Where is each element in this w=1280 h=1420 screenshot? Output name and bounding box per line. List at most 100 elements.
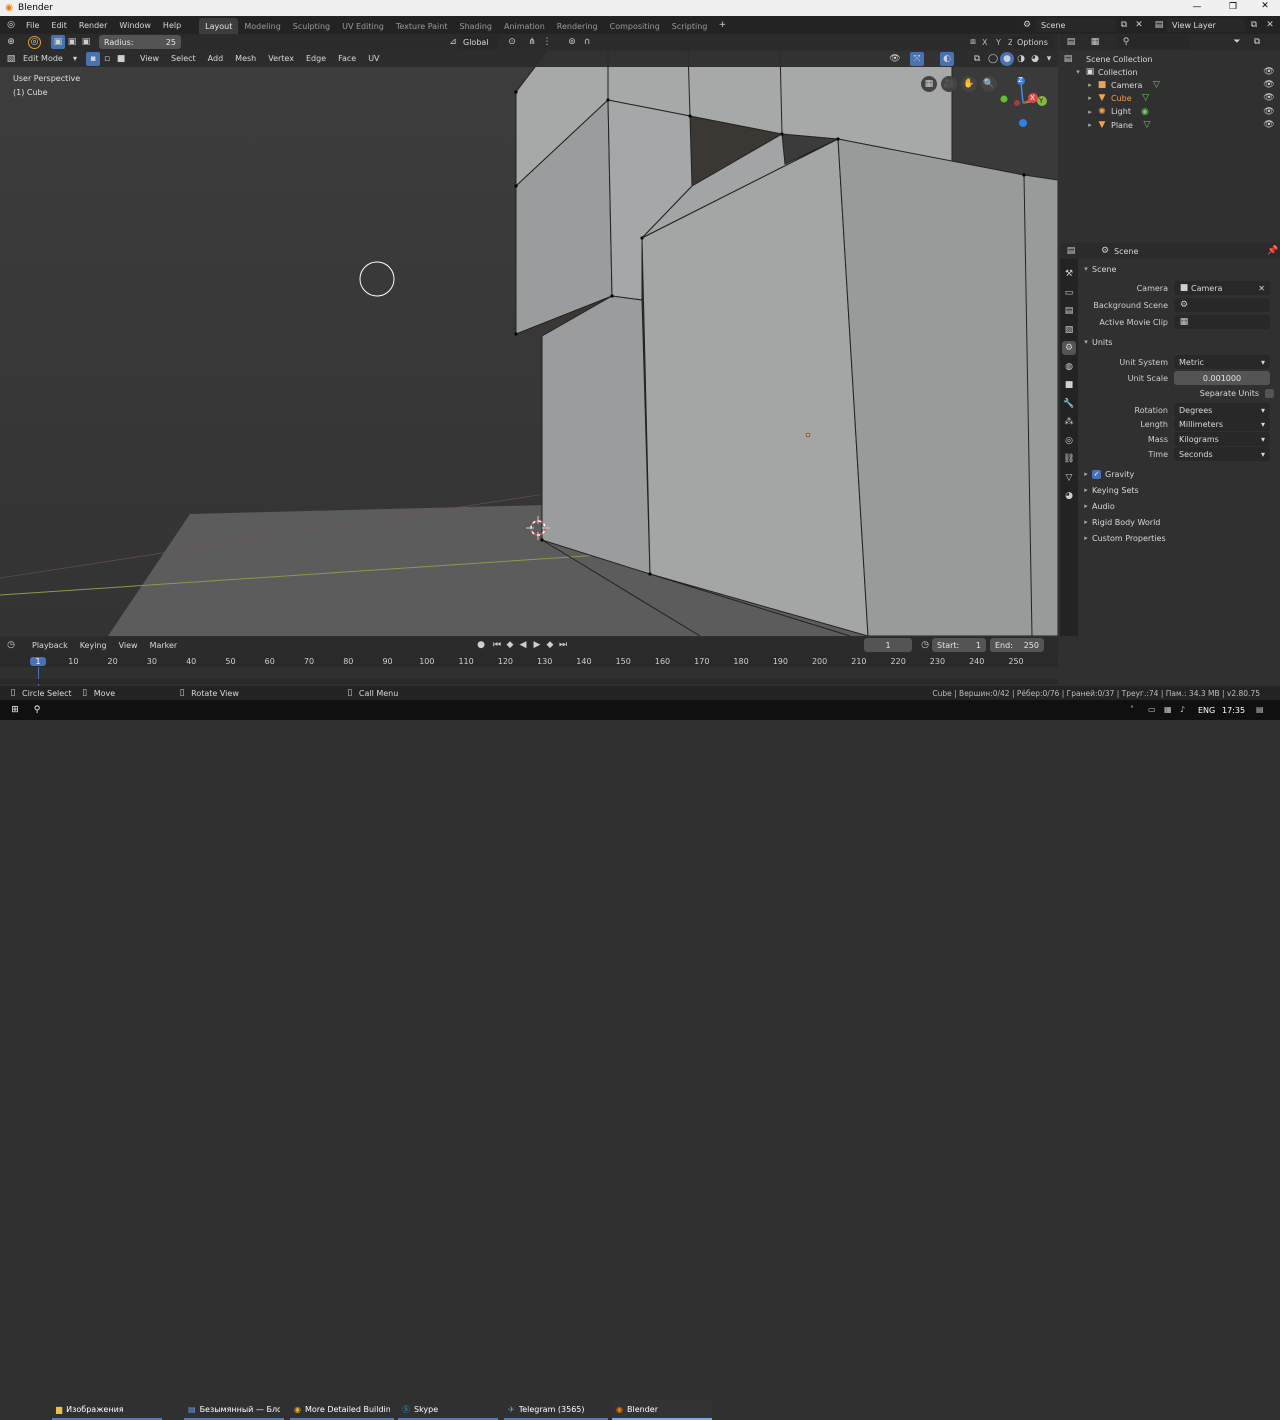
view-layer-tab-icon[interactable]: ▧ xyxy=(1062,323,1076,337)
view-layer-selector[interactable]: View Layer xyxy=(1167,18,1245,32)
tab-animation[interactable]: Animation xyxy=(498,18,551,34)
current-frame-field[interactable]: 1 xyxy=(864,638,912,652)
viewport-menu-select[interactable]: Select xyxy=(165,51,202,67)
face-select-icon[interactable]: ■ xyxy=(114,52,128,66)
shading-material-icon[interactable]: ◑ xyxy=(1014,52,1028,66)
physics-tab-icon[interactable]: ◎ xyxy=(1062,434,1076,448)
shading-rendered-icon[interactable]: ◕ xyxy=(1028,52,1042,66)
separate-units-checkbox[interactable] xyxy=(1265,388,1274,398)
outliner-item-light[interactable]: ▸ ✺ Light ◉ 👁 xyxy=(1062,106,1276,118)
viewport-menu-add[interactable]: Add xyxy=(202,51,230,67)
navigation-gizmo[interactable]: Z X Y xyxy=(995,75,1051,131)
input-language[interactable]: ENG xyxy=(1198,706,1215,715)
shading-solid-icon[interactable]: ● xyxy=(1000,52,1014,66)
toggle-camera-view-icon[interactable]: ▦ xyxy=(921,76,937,92)
new-scene-icon[interactable]: ⧉ xyxy=(1117,18,1131,32)
scene-collection-row[interactable]: ▤ Scene Collection xyxy=(1062,53,1276,65)
tab-compositing[interactable]: Compositing xyxy=(604,18,666,34)
gravity-checkbox[interactable]: ✓ xyxy=(1092,469,1101,479)
zoom-view-icon[interactable]: 🔍 xyxy=(981,76,997,92)
tab-modeling[interactable]: Modeling xyxy=(238,18,286,34)
jump-start-icon[interactable]: ⏮ xyxy=(490,638,504,652)
symmetry-x-toggle[interactable]: X xyxy=(982,38,987,47)
add-workspace-icon[interactable]: + xyxy=(715,18,729,32)
viewport-menu-uv[interactable]: UV xyxy=(362,51,385,67)
delete-view-layer-icon[interactable]: ✕ xyxy=(1263,18,1277,32)
section-rigid-body-world[interactable]: ▸ Rigid Body World xyxy=(1080,515,1276,529)
tab-sculpting[interactable]: Sculpting xyxy=(287,18,336,34)
proportional-falloff-icon[interactable]: ∩ xyxy=(580,35,594,49)
tray-chevron-icon[interactable]: ˄ xyxy=(1130,705,1134,714)
data-icon[interactable]: ◉ xyxy=(1139,105,1151,119)
new-collection-icon[interactable]: ⧉ xyxy=(1250,35,1264,49)
pan-view-icon[interactable]: ✋ xyxy=(961,76,977,92)
outliner-editor-icon[interactable]: ▤ xyxy=(1064,35,1078,49)
data-icon[interactable]: ▽ xyxy=(1140,91,1152,105)
filter-icon[interactable]: ⏷ xyxy=(1230,35,1244,49)
data-icon[interactable]: ▽ xyxy=(1141,118,1153,132)
play-reverse-icon[interactable]: ◀ xyxy=(516,638,530,652)
taskbar-item[interactable]: ◉ Blender xyxy=(612,1400,712,1420)
tray-network-icon[interactable]: ▭ xyxy=(1148,705,1156,714)
3d-viewport[interactable]: ▧ Edit Mode ▾ ▪ ▫ ■ View Select Add Mesh Ver… xyxy=(0,50,1058,636)
outliner-expand-icon[interactable]: ▸ xyxy=(1084,94,1096,102)
taskbar-item[interactable]: ▆ Изображения xyxy=(52,1400,162,1420)
scene-section-header[interactable]: ▾ Scene xyxy=(1080,262,1276,276)
radius-field[interactable]: Radius: 25 xyxy=(99,35,181,49)
section-keying-sets[interactable]: ▸ Keying Sets xyxy=(1080,483,1276,497)
new-view-layer-icon[interactable]: ⧉ xyxy=(1247,18,1261,32)
mode-dropdown[interactable]: Edit Mode ▾ xyxy=(18,52,82,66)
tray-volume-icon[interactable]: ♪ xyxy=(1180,705,1185,714)
viewport-menu-vertex[interactable]: Vertex xyxy=(262,51,300,67)
select-mode-extend-icon[interactable]: ▣ xyxy=(65,35,79,49)
rotation-dropdown[interactable]: Degrees ▾ xyxy=(1174,403,1270,417)
edge-select-icon[interactable]: ▫ xyxy=(100,52,114,66)
gizmo-toggle-icon[interactable]: ⤧ xyxy=(910,52,924,66)
menu-render[interactable]: Render xyxy=(73,17,113,33)
mass-dropdown[interactable]: Kilograms ▾ xyxy=(1174,432,1270,446)
modifier-tab-icon[interactable]: 🔧 xyxy=(1062,397,1076,411)
unit-system-dropdown[interactable]: Metric ▾ xyxy=(1174,355,1270,369)
camera-view-icon[interactable]: 🎥 xyxy=(941,76,957,92)
viewport-menu-view[interactable]: View xyxy=(134,51,165,67)
select-mode-new-icon[interactable]: ▣ xyxy=(51,35,65,49)
object-tab-icon[interactable]: ■ xyxy=(1062,378,1076,392)
outliner-expand-icon[interactable]: ▸ xyxy=(1084,121,1096,129)
scene-selector[interactable]: Scene xyxy=(1036,18,1116,32)
tray-battery-icon[interactable]: ▦ xyxy=(1164,705,1172,714)
output-tab-icon[interactable]: ▤ xyxy=(1062,304,1076,318)
windows-start-icon[interactable]: ⊞ xyxy=(8,703,22,717)
end-frame-field[interactable]: End: 250 xyxy=(990,638,1044,652)
snap-icon[interactable]: ⋔ xyxy=(525,35,539,49)
timeline-menu-marker[interactable]: Marker xyxy=(144,637,184,653)
section-audio[interactable]: ▸ Audio xyxy=(1080,499,1276,513)
delete-scene-icon[interactable]: ✕ xyxy=(1132,18,1146,32)
display-mode-icon[interactable]: ▦ xyxy=(1088,35,1102,49)
collection-visibility-icon[interactable]: 👁 xyxy=(1262,65,1276,79)
proportional-edit-icon[interactable]: ⊚ xyxy=(565,35,579,49)
viewport-menu-face[interactable]: Face xyxy=(332,51,362,67)
tool-tab-icon[interactable]: ⚒ xyxy=(1062,267,1076,281)
outliner-expand-icon[interactable]: ▸ xyxy=(1084,81,1096,89)
time-dropdown[interactable]: Seconds ▾ xyxy=(1174,447,1270,461)
tab-layout[interactable]: Layout xyxy=(199,18,239,34)
timeline-scrollbar[interactable] xyxy=(0,679,1058,684)
world-tab-icon[interactable]: ◍ xyxy=(1062,360,1076,374)
taskbar-item[interactable]: ✈ Telegram (3565) xyxy=(504,1400,608,1420)
properties-editor-icon[interactable]: ▤ xyxy=(1064,244,1078,258)
blender-menu-icon[interactable]: ◎ xyxy=(4,18,18,32)
transform-orientation-dropdown[interactable]: Global xyxy=(458,35,498,49)
particles-tab-icon[interactable]: ⁂ xyxy=(1062,415,1076,429)
clear-camera-icon[interactable]: ✕ xyxy=(1258,284,1265,293)
record-icon[interactable]: ● xyxy=(474,638,488,652)
visibility-eye-icon[interactable]: 👁 xyxy=(1262,105,1276,119)
render-tab-icon[interactable]: ▭ xyxy=(1062,286,1076,300)
maximize-button[interactable]: ❐ xyxy=(1226,2,1240,12)
snap-target-icon[interactable]: ⋮ xyxy=(540,35,554,49)
minimize-button[interactable]: — xyxy=(1190,2,1204,12)
active-tool-icon[interactable]: ◎ xyxy=(28,35,41,49)
movie-clip-field[interactable]: ▦ xyxy=(1174,315,1270,329)
visibility-eye-icon[interactable]: 👁 xyxy=(1262,118,1276,132)
camera-field[interactable]: ■ Camera ✕ xyxy=(1174,281,1270,295)
timeline-menu-keying[interactable]: Keying xyxy=(74,637,113,653)
